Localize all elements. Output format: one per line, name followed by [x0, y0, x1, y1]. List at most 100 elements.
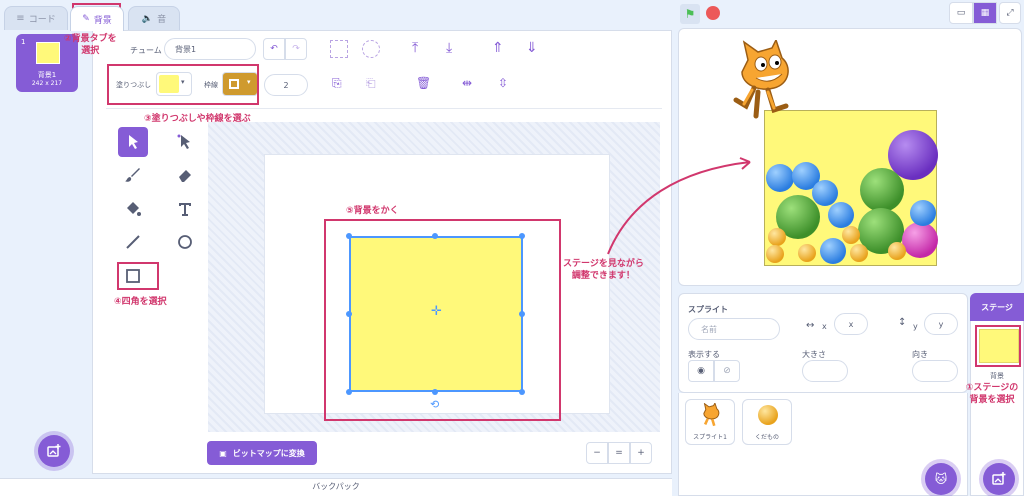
eye-icon: ◉	[697, 366, 705, 376]
redo-icon: ↷	[292, 44, 300, 54]
zoom-out-button[interactable]: −	[586, 442, 608, 464]
ball	[812, 180, 838, 206]
ball	[850, 244, 868, 262]
annotation-2: ②背景タブを 選択	[64, 34, 117, 56]
tab-code[interactable]: ≡ コード	[4, 6, 68, 30]
tab-sounds[interactable]: 🔈 音	[128, 6, 180, 30]
backward-icon[interactable]: ⤓	[446, 40, 452, 56]
front-icon[interactable]: ⇑	[492, 40, 504, 56]
backdrop-thumbnail[interactable]	[979, 329, 1019, 363]
outline-swatch	[229, 79, 239, 89]
reshape-icon	[177, 134, 190, 149]
group-icon[interactable]	[330, 40, 348, 58]
divider	[106, 108, 662, 109]
sprite-item[interactable]: スプライト1	[685, 399, 735, 445]
handle[interactable]	[346, 311, 352, 317]
hide-button[interactable]: ⊘	[714, 360, 740, 382]
y-input[interactable]: y	[924, 313, 958, 335]
reshape-tool[interactable]	[170, 127, 200, 157]
stop-button[interactable]	[706, 6, 720, 20]
flip-horizontal-icon[interactable]: ⇹	[462, 76, 472, 90]
paste-icon[interactable]: ⎗	[366, 76, 376, 91]
sprite-name-input[interactable]: 名前	[688, 318, 780, 340]
flag-icon: ⚑	[684, 7, 696, 21]
fill-swatch	[159, 75, 179, 93]
back-icon[interactable]: ⇓	[526, 40, 538, 56]
choose-backdrop-button[interactable]	[38, 435, 70, 467]
copy-icon[interactable]: ⎘	[332, 76, 342, 91]
delete-icon[interactable]: 🗑	[416, 76, 431, 90]
ball	[888, 242, 906, 260]
ball	[860, 168, 904, 212]
convert-bitmap-button[interactable]: ▣ ビットマップに変換	[207, 441, 317, 465]
costume-name-input[interactable]: 背景1	[164, 38, 256, 60]
zoom-in-button[interactable]: +	[630, 442, 652, 464]
show-button[interactable]: ◉	[688, 360, 714, 382]
bucket-icon	[127, 202, 141, 216]
undo-button[interactable]: ↶	[263, 38, 285, 60]
ball	[766, 164, 794, 192]
ungroup-icon[interactable]	[362, 40, 380, 58]
fullscreen-button[interactable]: ⤢	[999, 2, 1021, 24]
costume-list	[0, 30, 92, 496]
forward-icon[interactable]: ⤒	[412, 40, 418, 56]
handle[interactable]	[432, 233, 438, 239]
fill-tool[interactable]	[118, 194, 148, 224]
ball	[768, 228, 786, 246]
ball	[902, 222, 938, 258]
choose-stage-backdrop-button[interactable]	[983, 463, 1015, 495]
annotation-note: ステージを見ながら 調整できます！	[563, 259, 644, 281]
outline-color-picker[interactable]: ▾	[222, 72, 258, 96]
arrow-icon	[129, 135, 138, 149]
circle-tool[interactable]	[170, 227, 200, 257]
direction-input[interactable]	[912, 360, 958, 382]
rotate-handle-icon[interactable]: ⟲	[430, 398, 439, 411]
eraser-tool[interactable]	[170, 160, 200, 190]
line-tool[interactable]	[118, 227, 148, 257]
y-arrows-icon: ↕	[898, 317, 907, 328]
sprite-item[interactable]: くだもの	[742, 399, 792, 445]
rectangle-tool[interactable]	[118, 261, 148, 291]
drawn-rectangle[interactable]: ✛	[349, 236, 523, 392]
handle[interactable]	[519, 311, 525, 317]
cat-sprite-icon	[733, 40, 789, 119]
small-stage-button[interactable]: ▭	[949, 2, 973, 24]
ball	[798, 244, 816, 262]
undo-icon: ↶	[270, 44, 278, 54]
handle[interactable]	[432, 389, 438, 395]
flip-vertical-icon[interactable]: ⇳	[498, 76, 508, 90]
fullscreen-icon: ⤢	[1006, 8, 1014, 18]
zoom-reset-button[interactable]: =	[608, 442, 630, 464]
large-stage-icon: ▦	[980, 8, 990, 18]
ball	[828, 202, 854, 228]
redo-button[interactable]: ↷	[285, 38, 307, 60]
center-icon: ✛	[431, 304, 442, 319]
annotation-arrow	[607, 157, 751, 255]
select-tool[interactable]	[118, 127, 148, 157]
fill-color-picker[interactable]: ▾	[156, 72, 192, 96]
size-input[interactable]	[802, 360, 848, 382]
costume-thumbnail	[36, 42, 60, 64]
x-input[interactable]: x	[834, 313, 868, 335]
text-tool[interactable]	[170, 194, 200, 224]
rectangle-icon	[126, 269, 140, 283]
large-stage-button[interactable]: ▦	[973, 2, 997, 24]
ball	[842, 226, 860, 244]
outline-width-input[interactable]: 2	[264, 74, 308, 96]
green-flag-button[interactable]: ⚑	[680, 4, 700, 24]
tab-costumes[interactable]: ✎ 背景	[70, 6, 124, 31]
text-icon	[179, 203, 191, 216]
x-arrows-icon: ↔	[806, 320, 815, 331]
annotation-4: ④四角を選択	[114, 297, 167, 307]
handle[interactable]	[346, 233, 352, 239]
code-icon: ≡	[16, 13, 25, 24]
choose-sprite-button[interactable]: 🐱	[925, 463, 957, 495]
stage-panel-header: ステージ	[970, 293, 1024, 321]
handle[interactable]	[519, 389, 525, 395]
handle[interactable]	[346, 389, 352, 395]
backpack[interactable]: バックパック	[0, 478, 672, 496]
eye-off-icon: ⊘	[723, 366, 731, 376]
brush-tool[interactable]	[118, 160, 148, 190]
brush-icon: ✎	[82, 14, 90, 24]
handle[interactable]	[519, 233, 525, 239]
